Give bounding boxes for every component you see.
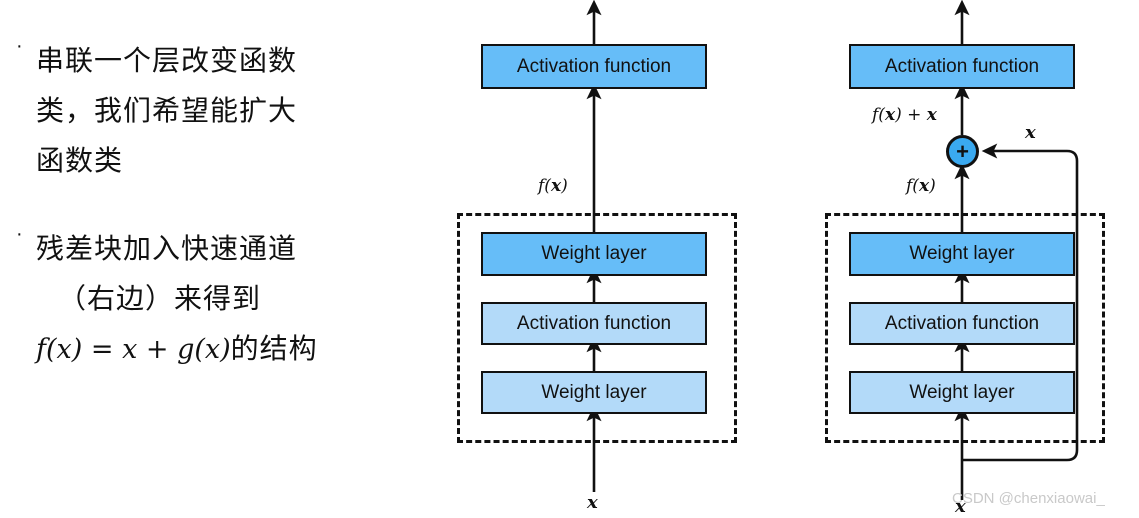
left-inner-weight-layer-top: Weight layer [481,232,707,276]
right-inner-weight-layer-bottom: Weight layer [849,371,1075,414]
left-diagram-plain-block: Activation function f(x) Weight layer Ac… [0,0,810,518]
csdn-watermark: CSDN @chenxiaowai_ [952,490,1105,507]
left-input-label: x [587,492,598,513]
addition-node: + [946,135,979,168]
left-inner-weight-layer-bottom: Weight layer [481,371,707,414]
right-top-activation-box: Activation function [849,44,1075,89]
right-fx-label: f(x) [906,176,936,196]
right-inner-weight-layer-top: Weight layer [849,232,1075,276]
right-diagram-residual-block: Activation function f(x) + x + x f(x) We… [810,0,1139,518]
right-inner-activation-box: Activation function [849,302,1075,345]
skip-connection-label: x [1025,122,1036,143]
left-fx-label: f(x) [538,176,568,196]
right-sum-label: f(x) + x [872,105,937,125]
left-inner-activation-box: Activation function [481,302,707,345]
left-top-activation-box: Activation function [481,44,707,89]
